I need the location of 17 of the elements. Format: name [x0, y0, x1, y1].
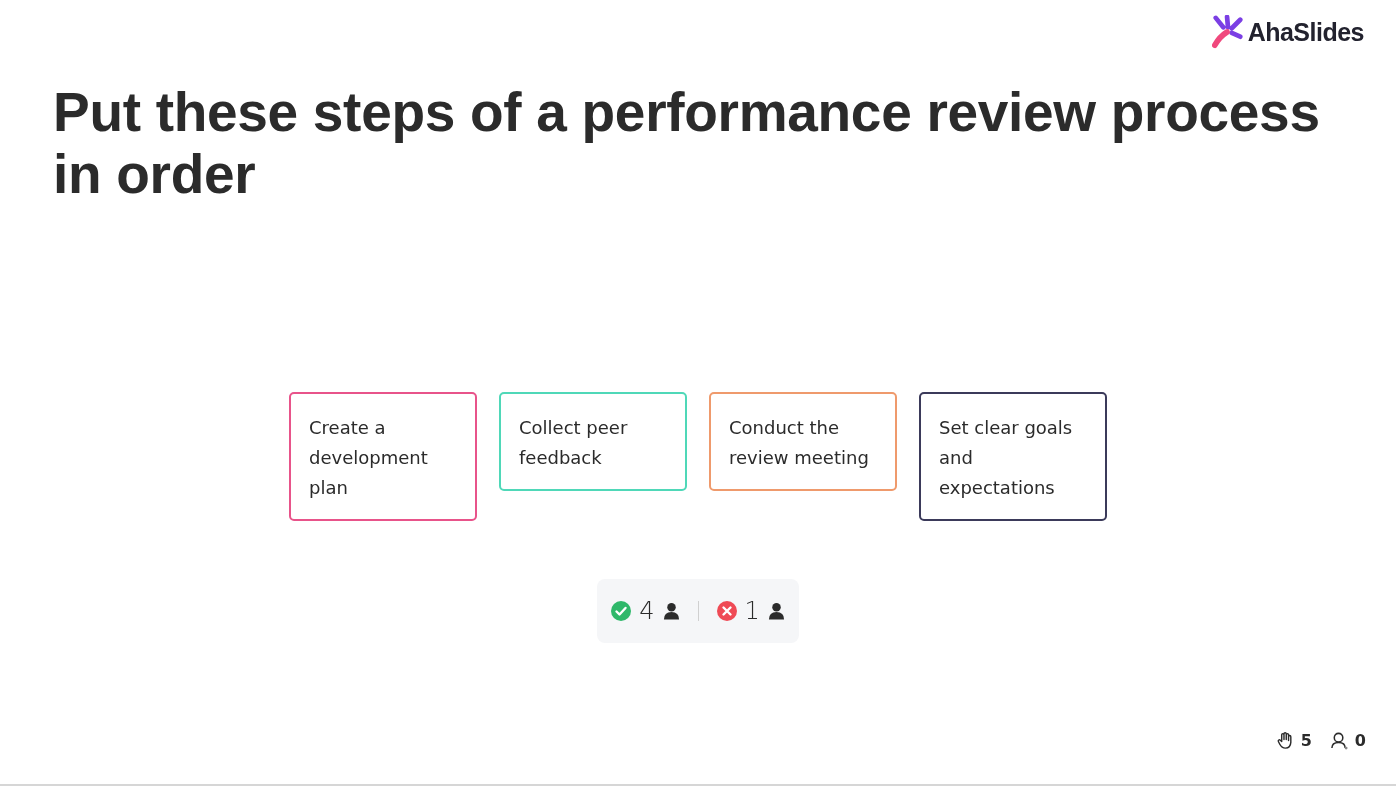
- incorrect-count: 1: [744, 597, 760, 625]
- hand-icon: [1275, 731, 1295, 750]
- step-card: Set clear goals and expectations: [919, 392, 1107, 521]
- reaction-count: 5: [1300, 731, 1312, 750]
- step-card: Create a development plan: [289, 392, 477, 521]
- correct-count: 4: [639, 597, 655, 625]
- step-card: Collect peer feedback: [499, 392, 687, 491]
- person-icon: [1329, 731, 1349, 750]
- person-icon: [767, 602, 785, 620]
- logo-icon: [1211, 15, 1244, 49]
- person-icon: [662, 602, 680, 620]
- cross-icon: [716, 601, 737, 621]
- check-icon: [611, 601, 632, 621]
- question-title: Put these steps of a performance review process in order: [53, 81, 1321, 205]
- logo-text: AhaSlides: [1247, 17, 1364, 47]
- audience-count: 0: [1354, 731, 1366, 750]
- step-card: Conduct the review meeting: [709, 392, 897, 491]
